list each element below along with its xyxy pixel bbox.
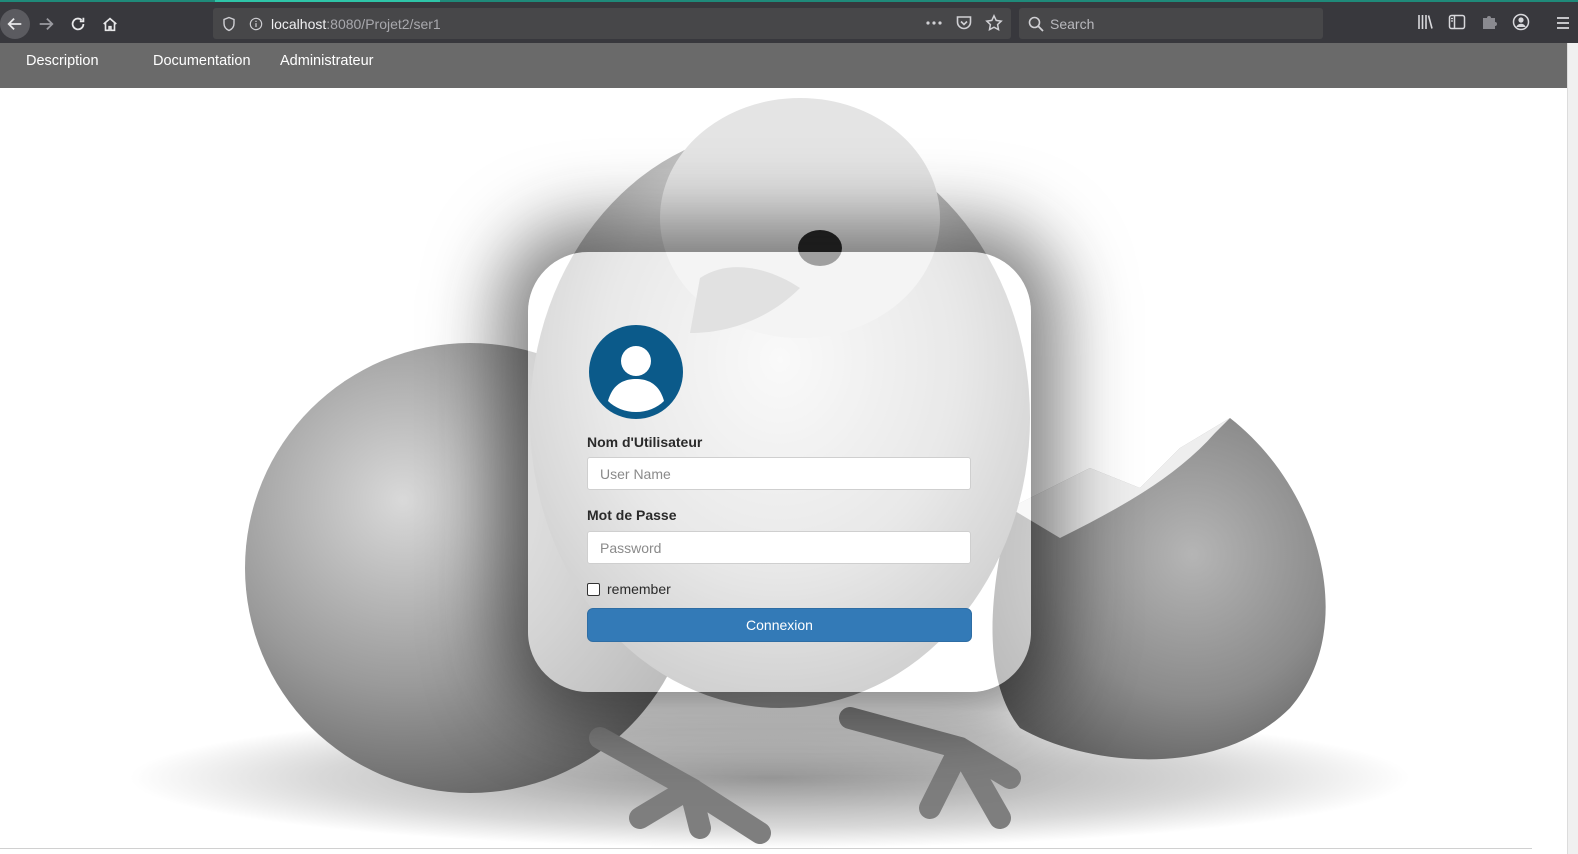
info-icon[interactable] bbox=[249, 17, 263, 31]
shield-icon[interactable] bbox=[221, 16, 237, 32]
url-text: localhost:8080/Projet2/ser1 bbox=[271, 16, 441, 32]
extension-icon[interactable] bbox=[1480, 13, 1498, 31]
account-icon[interactable] bbox=[1512, 13, 1530, 31]
forward-button[interactable] bbox=[31, 9, 61, 39]
browser-toolbar: localhost:8080/Projet2/ser1 Search bbox=[0, 0, 1578, 43]
user-icon bbox=[589, 325, 683, 419]
url-actions bbox=[925, 14, 1003, 32]
nav-link-administrateur[interactable]: Administrateur bbox=[280, 53, 373, 69]
remember-checkbox[interactable] bbox=[587, 582, 600, 596]
search-bar[interactable]: Search bbox=[1019, 8, 1323, 39]
star-icon[interactable] bbox=[985, 14, 1003, 32]
url-path: :8080/Projet2/ser1 bbox=[326, 15, 441, 32]
menu-icon bbox=[1557, 17, 1569, 29]
home-button[interactable] bbox=[95, 9, 125, 39]
connexion-button[interactable]: Connexion bbox=[587, 608, 972, 642]
search-icon bbox=[1028, 16, 1044, 32]
password-label: Mot de Passe bbox=[587, 507, 677, 523]
page-scrollbar[interactable] bbox=[1567, 43, 1578, 854]
forward-icon bbox=[39, 17, 54, 31]
sidebar-icon[interactable] bbox=[1448, 13, 1466, 31]
more-icon[interactable] bbox=[925, 14, 943, 32]
search-placeholder: Search bbox=[1050, 15, 1095, 32]
nav-link-description[interactable]: Description bbox=[26, 53, 99, 69]
site-nav: Description Documentation Administrateur bbox=[0, 43, 1567, 88]
username-input[interactable] bbox=[587, 457, 971, 490]
remember-label: remember bbox=[607, 581, 671, 597]
pocket-icon[interactable] bbox=[955, 14, 973, 32]
nav-link-documentation[interactable]: Documentation bbox=[153, 53, 251, 69]
url-host: localhost bbox=[271, 15, 327, 32]
menu-button[interactable] bbox=[1555, 14, 1571, 37]
password-input[interactable] bbox=[587, 531, 971, 564]
active-tab-indicator bbox=[215, 0, 440, 2]
toolbar-icons bbox=[1416, 13, 1530, 31]
reload-icon bbox=[71, 17, 85, 31]
username-label: Nom d'Utilisateur bbox=[587, 434, 703, 450]
remember-row[interactable]: remember bbox=[587, 581, 671, 597]
page-bottom-divider bbox=[0, 848, 1532, 849]
reload-button[interactable] bbox=[63, 9, 93, 39]
login-form: Nom d'Utilisateur Mot de Passe remember … bbox=[528, 252, 1031, 692]
library-icon[interactable] bbox=[1416, 13, 1434, 31]
url-bar[interactable]: localhost:8080/Projet2/ser1 bbox=[213, 8, 1011, 39]
back-icon bbox=[7, 17, 22, 31]
home-icon bbox=[103, 17, 117, 32]
back-button[interactable] bbox=[0, 9, 30, 39]
